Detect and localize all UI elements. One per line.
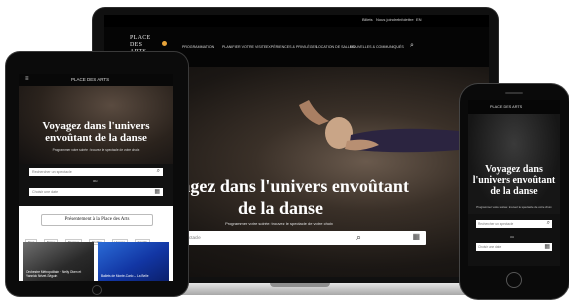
tablet-date-field[interactable]: Choisir une date ▦	[29, 188, 163, 196]
show-card[interactable]: Ballets de Monte-Carlo – La Belle	[98, 242, 169, 281]
calendar-icon[interactable]: ▦	[412, 232, 420, 241]
tablet-hero-title: Voyagez dans l'univers envoûtant de la d…	[42, 120, 150, 144]
placeholder: Rechercher un spectacle	[478, 222, 514, 226]
laptop-notch	[270, 283, 330, 287]
top-link-contact[interactable]: Nous joindre	[376, 17, 398, 22]
phone-hero: Voyagez dans l'univers envoûtant de la d…	[468, 114, 560, 214]
now-showing-section: Présentement à la Place des Arts Tous Da…	[19, 206, 173, 281]
or-label: ou	[510, 235, 514, 239]
hamburger-menu-icon[interactable]: ≡	[25, 76, 29, 82]
nav-item-nouvelles[interactable]: NOUVELLES & COMMUNIQUÉS	[350, 45, 404, 49]
phone-show-search-field[interactable]: Rechercher un spectacle ⌕	[476, 220, 552, 228]
dancer-photo	[299, 100, 459, 153]
calendar-icon[interactable]: ▦	[154, 188, 160, 195]
phone-home-button	[506, 272, 522, 288]
show-search-field[interactable]: Rechercher un spectacle ⌕ ▦	[146, 231, 426, 245]
show-card-title: Ballets de Monte-Carlo – La Belle	[101, 274, 149, 278]
top-link-language[interactable]: EN	[416, 17, 422, 22]
top-link-newsletter[interactable]: Infolettre	[398, 17, 414, 22]
search-icon[interactable]: ⌕	[547, 220, 550, 227]
section-heading: Présentement à la Place des Arts	[41, 214, 153, 226]
phone-logo[interactable]: PLACE DES ARTS	[490, 105, 522, 109]
placeholder: Choisir une date	[478, 245, 502, 249]
nav-item-programmation[interactable]: PROGRAMMATION	[182, 45, 214, 49]
tablet-screen: ≡ PLACE DES ARTS Voyagez dans l'univers …	[19, 74, 173, 281]
category-filters: Tous Danse Musique Théâtre Humour Famill…	[25, 230, 167, 245]
hero-subtitle: Programmer votre soirée: trouvez le spec…	[225, 221, 333, 226]
logo-line: PLACE	[130, 35, 151, 41]
tablet-hero: ≡ PLACE DES ARTS Voyagez dans l'univers …	[19, 74, 173, 164]
placeholder: Choisir une date	[32, 190, 59, 194]
nav-item-planifier[interactable]: PLANIFIER VOTRE VISITE	[222, 45, 266, 49]
or-label: ou	[93, 178, 98, 183]
show-card-title: Orchestre Métropolitain · Nelly Oken et …	[26, 270, 82, 278]
phone-topbar: PLACE DES ARTS	[468, 100, 560, 114]
tablet-search-form: Rechercher un spectacle ⌕ ou Choisir une…	[19, 164, 173, 206]
search-icon[interactable]: ⌕	[356, 232, 361, 243]
phone-speaker	[505, 92, 523, 94]
tablet-hero-subtitle: Programmer votre soirée : trouvez le spe…	[52, 148, 140, 152]
logo-line: DES	[130, 42, 143, 48]
tablet-show-search-field[interactable]: Rechercher un spectacle ⌕	[29, 168, 163, 176]
search-icon[interactable]: ⌕	[410, 42, 414, 50]
calendar-icon[interactable]: ▦	[544, 243, 550, 250]
phone-date-field[interactable]: Choisir une date ▦	[476, 243, 552, 251]
logo-mark	[162, 41, 167, 46]
phone-screen: PLACE DES ARTS Voyagez dans l'univers en…	[468, 100, 560, 266]
tablet-home-button	[92, 285, 102, 295]
phone-hero-title: Voyagez dans l'univers envoûtant de la d…	[472, 164, 556, 197]
placeholder: Rechercher un spectacle	[32, 170, 72, 174]
show-card[interactable]: Orchestre Métropolitain · Nelly Oken et …	[23, 242, 94, 281]
nav-item-experiences[interactable]: EXPÉRIENCES & PRIVILÈGES	[266, 45, 317, 49]
phone-hero-subtitle: Programmer votre soirée: trouvez le spec…	[476, 205, 552, 209]
nav-item-location[interactable]: LOCATION DE SALLES	[316, 45, 355, 49]
tablet-logo[interactable]: PLACE DES ARTS	[71, 77, 109, 82]
top-utility-bar: Billets Nous joindre Infolettre EN	[104, 15, 489, 27]
search-icon[interactable]: ⌕	[157, 168, 160, 175]
tablet-topbar: ≡ PLACE DES ARTS	[19, 74, 173, 86]
top-link-billets[interactable]: Billets	[362, 17, 373, 22]
